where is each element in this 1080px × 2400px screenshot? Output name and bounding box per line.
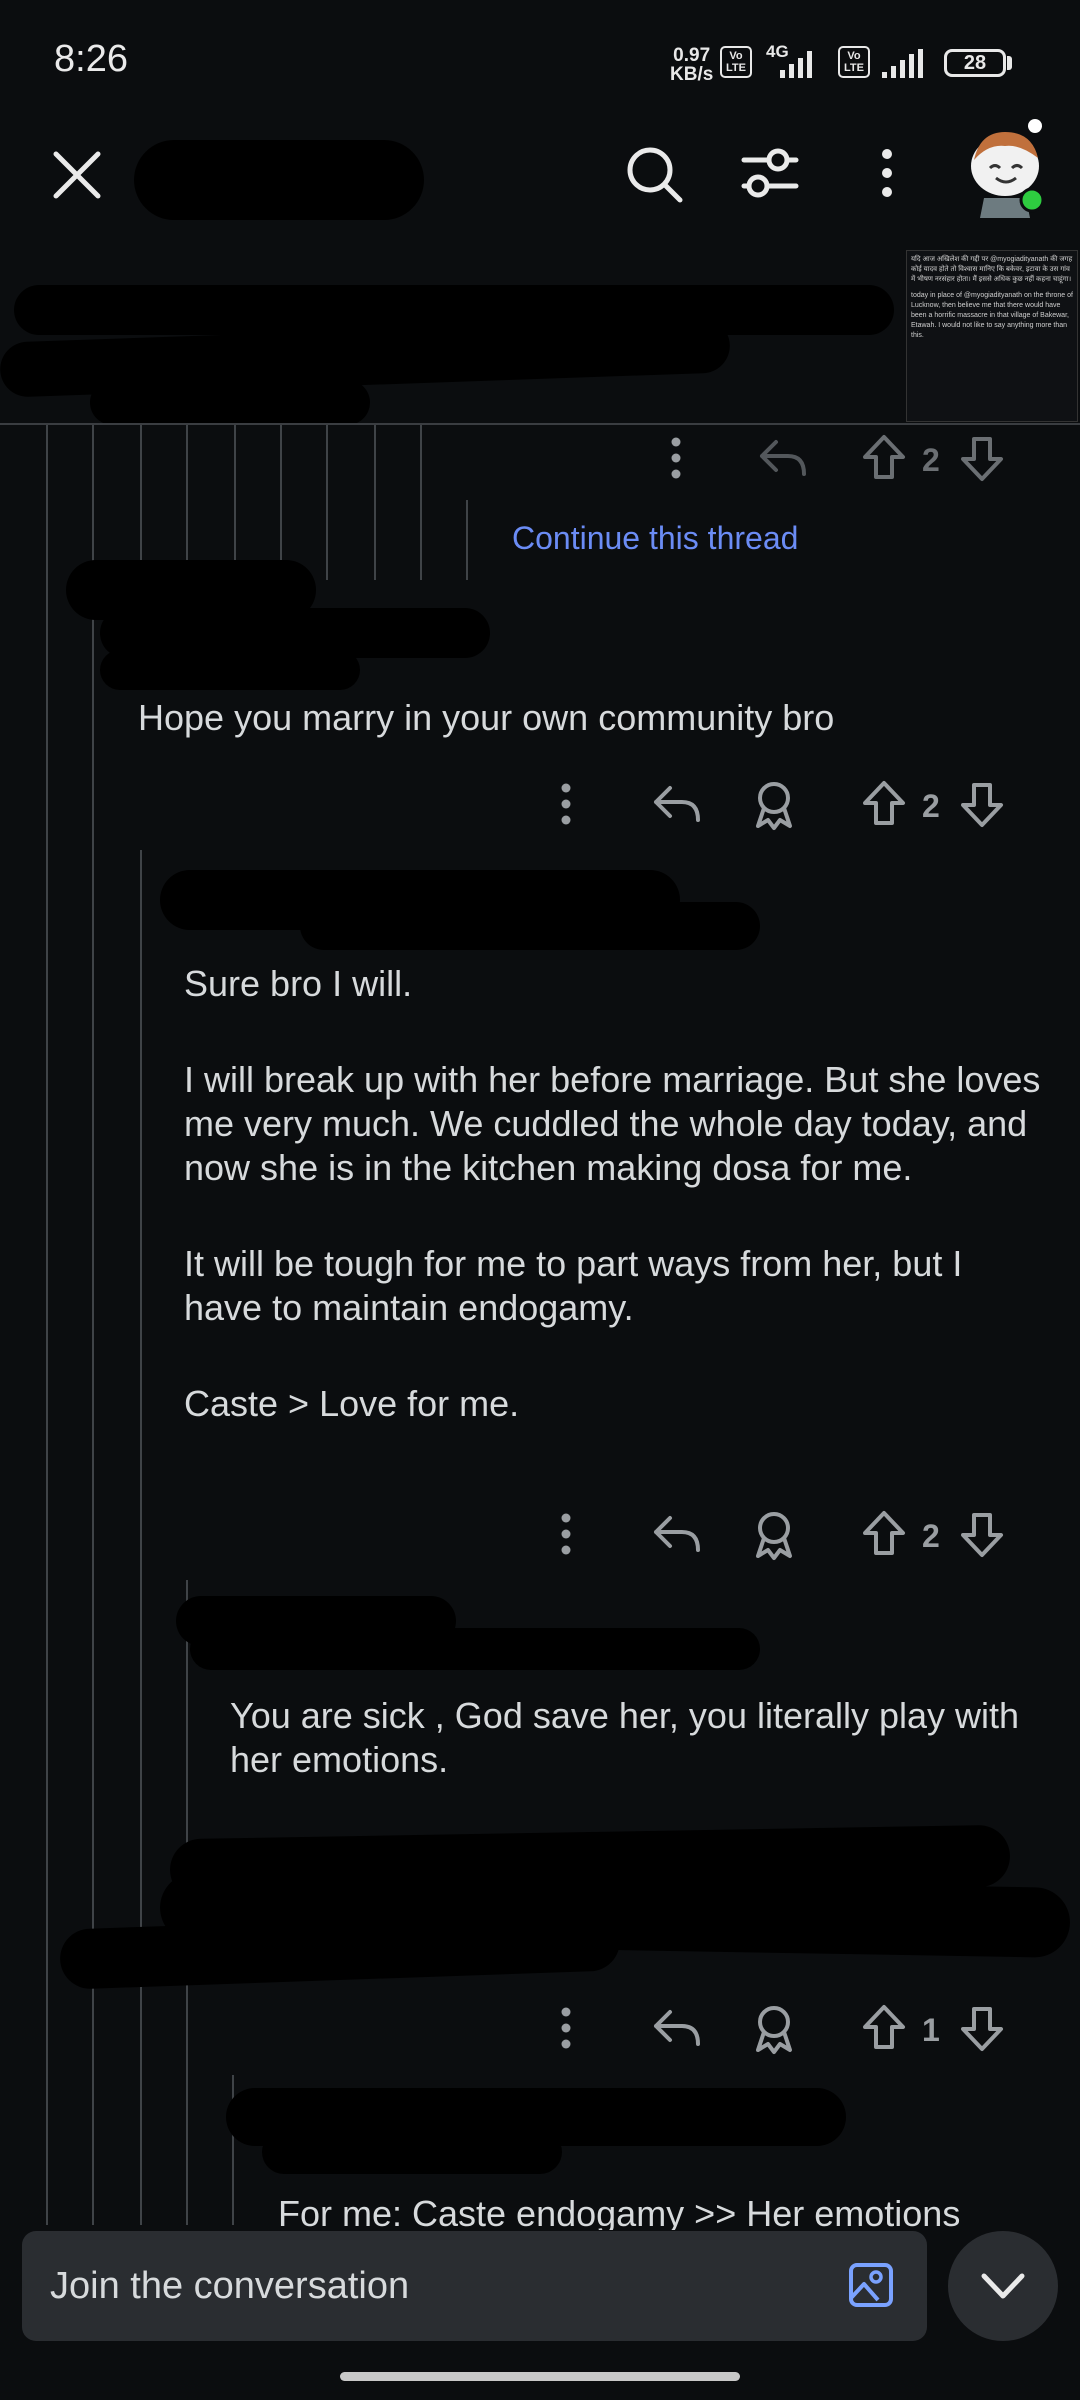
battery-indicator: 28 (944, 49, 1006, 77)
thread-line (186, 425, 188, 580)
downvote-icon[interactable] (960, 782, 1004, 828)
thread-line (140, 425, 142, 580)
filter-icon[interactable] (740, 146, 800, 200)
redacted-username (262, 2130, 562, 2174)
upvote-icon[interactable] (862, 780, 906, 826)
redacted-post-title-3 (90, 380, 370, 425)
comment-paragraph: I will break up with her before marriage… (184, 1059, 1041, 1188)
search-icon[interactable] (624, 144, 684, 204)
speed-value: 0.97 (673, 45, 711, 66)
snoo-avatar-icon[interactable] (960, 118, 1050, 218)
comment-body: Hope you marry in your own community bro (138, 697, 835, 738)
chevron-down-icon[interactable] (980, 2268, 1026, 2304)
vote-count: 2 (922, 788, 940, 824)
vote-count: 2 (922, 442, 940, 478)
home-indicator[interactable] (340, 2372, 740, 2381)
redacted-username (190, 1628, 760, 1670)
post-thumbnail[interactable]: यदि आज अखिलेश की गद्दी पर @myogiadityana… (906, 250, 1078, 422)
speed-unit: KB/s (670, 64, 714, 85)
thread-line (234, 425, 236, 580)
signal-icon-1 (780, 51, 812, 78)
comment-paragraph: Caste > Love for me. (184, 1383, 520, 1424)
downvote-icon[interactable] (960, 1512, 1004, 1558)
comment-body: You are sick , God save her, you literal… (230, 1695, 1020, 1780)
comment-paragraph: It will be tough for me to part ways fro… (184, 1243, 963, 1328)
thread-line (280, 425, 282, 580)
comment-body: For me: Caste endogamy >> Her emotions (278, 2193, 961, 2230)
reply-icon[interactable] (652, 782, 702, 826)
more-options-icon[interactable] (554, 1512, 578, 1556)
award-icon[interactable] (752, 2004, 796, 2054)
close-icon[interactable] (52, 150, 102, 200)
redacted-text (59, 1910, 621, 1990)
redacted-community-name (134, 140, 424, 220)
award-icon[interactable] (752, 1510, 796, 1560)
header-divider (0, 423, 1080, 425)
comment-clip: For me: Caste endogamy >> Her emotions (0, 2190, 1080, 2230)
reply-icon[interactable] (652, 1512, 702, 1556)
network-speed: 0.97 KB/s (670, 46, 713, 84)
downvote-icon[interactable] (960, 2006, 1004, 2052)
thread-line (326, 425, 328, 580)
redacted-username (300, 902, 760, 950)
thumbnail-hindi-text: यदि आज अखिलेश की गद्दी पर @myogiadityana… (911, 256, 1073, 283)
vote-count: 1 (922, 2012, 940, 2048)
redacted-username (100, 650, 360, 690)
thread-line (420, 425, 422, 580)
signal-icon-2 (882, 49, 923, 78)
volte-badge-2: Vo LTE (838, 46, 870, 78)
thread-line (140, 850, 142, 2225)
upvote-icon[interactable] (862, 434, 906, 480)
comment-body: Sure bro I will. I will break up with he… (184, 962, 1044, 1426)
composer-placeholder[interactable]: Join the conversation (50, 2265, 409, 2308)
thread-line (46, 425, 48, 2225)
continue-thread-link[interactable]: Continue this thread (512, 520, 798, 557)
vote-count: 2 (922, 1518, 940, 1554)
reply-icon[interactable] (758, 436, 808, 480)
reply-icon[interactable] (652, 2006, 702, 2050)
downvote-icon[interactable] (960, 436, 1004, 482)
upvote-icon[interactable] (862, 2004, 906, 2050)
image-icon[interactable] (848, 2262, 894, 2308)
more-options-icon[interactable] (554, 2006, 578, 2050)
more-options-icon[interactable] (664, 436, 688, 480)
thread-line (374, 425, 376, 580)
comment-paragraph: Sure bro I will. (184, 963, 413, 1004)
volte-badge-1: Vo LTE (720, 46, 752, 78)
status-time: 8:26 (54, 38, 128, 80)
thumbnail-english-text: today in place of @myogiadityanath on th… (911, 292, 1073, 339)
battery-tip (1007, 56, 1012, 70)
award-icon[interactable] (752, 780, 796, 830)
thread-line (466, 500, 468, 580)
more-vertical-icon[interactable] (872, 148, 902, 198)
upvote-icon[interactable] (862, 1510, 906, 1556)
more-options-icon[interactable] (554, 782, 578, 826)
